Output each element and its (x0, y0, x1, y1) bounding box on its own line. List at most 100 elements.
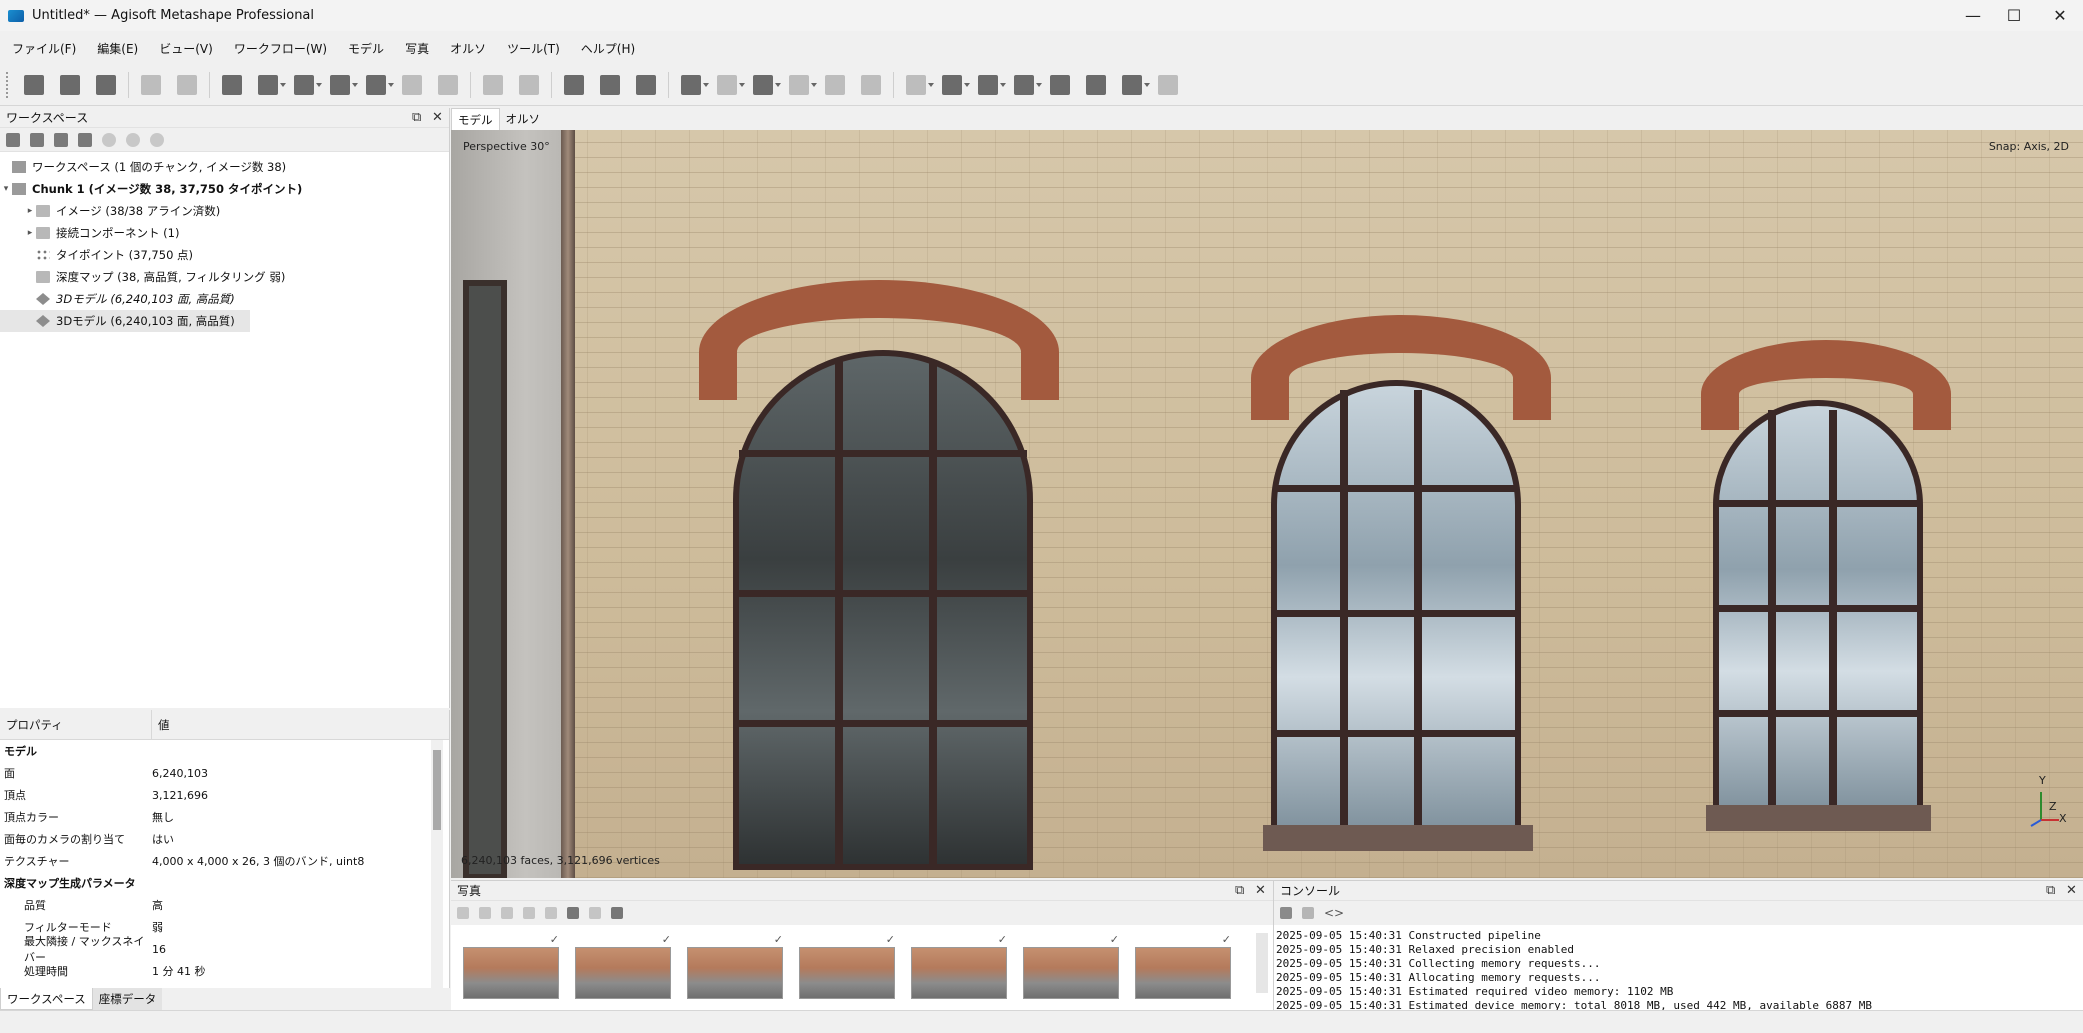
menu-edit[interactable]: 編集(E) (97, 40, 138, 57)
save-project-icon[interactable] (88, 67, 124, 103)
menu-view[interactable]: ビュー(V) (159, 40, 213, 57)
image-view-icon[interactable] (1114, 67, 1150, 103)
close-panel-icon[interactable]: ✕ (1255, 883, 1266, 898)
float-panel-icon[interactable]: ⧉ (412, 110, 421, 125)
menu-model[interactable]: モデル (348, 40, 384, 57)
view-mode-icon[interactable] (611, 907, 623, 919)
undo-icon[interactable] (133, 67, 169, 103)
collapse-arrow-icon[interactable]: ▾ (0, 184, 12, 194)
filter-icon[interactable] (545, 907, 557, 919)
model-viewport[interactable]: Perspective 30° Snap: Axis, 2D 6,240,103… (451, 130, 2083, 878)
model-tag-icon[interactable] (1042, 67, 1078, 103)
point-cloud-icon[interactable] (709, 67, 745, 103)
rotate-object-icon[interactable] (322, 67, 358, 103)
float-panel-icon[interactable]: ⧉ (2046, 883, 2055, 898)
tree-node-images[interactable]: ▸ イメージ (38/38 アライン済数) (0, 200, 449, 222)
add-photos-icon[interactable] (30, 132, 44, 147)
photo-thumbnail[interactable]: ✓ (1023, 933, 1119, 999)
minimize-button[interactable]: — (1950, 0, 1996, 31)
float-panel-icon[interactable]: ⧉ (1235, 883, 1244, 898)
disable-icon[interactable] (126, 132, 140, 147)
save-log-icon[interactable] (1280, 907, 1292, 919)
orthomosaic-icon[interactable] (853, 67, 889, 103)
menu-file[interactable]: ファイル(F) (12, 40, 76, 57)
enable-icon[interactable] (102, 132, 116, 147)
menu-ortho[interactable]: オルソ (450, 40, 486, 57)
tiled-model-icon[interactable] (781, 67, 817, 103)
reset-view-icon[interactable] (628, 67, 664, 103)
clear-log-icon[interactable] (1302, 907, 1314, 919)
crop-selection-icon[interactable] (511, 67, 547, 103)
tree-node-depth-maps[interactable]: 深度マップ (38, 高品質, フィルタリング 弱) (0, 266, 449, 288)
rectangle-selection-icon[interactable] (250, 67, 286, 103)
tree-node-model-1[interactable]: 3Dモデル (6,240,103 面, 高品質) (0, 288, 449, 310)
photo-thumbnail[interactable]: ✓ (799, 933, 895, 999)
tree-node-chunk[interactable]: ▾ Chunk 1 (イメージ数 38, 37,750 タイポイント) (0, 178, 449, 200)
tab-ortho[interactable]: オルソ (500, 108, 547, 130)
rotate-left-icon[interactable] (501, 907, 513, 919)
navigation-cursor-icon[interactable] (214, 67, 250, 103)
tab-workspace[interactable]: ワークスペース (0, 988, 93, 1010)
menu-tools[interactable]: ツール(T) (507, 40, 560, 57)
menu-help[interactable]: ヘルプ(H) (581, 40, 635, 57)
photos-scrollbar[interactable] (1256, 933, 1268, 993)
properties-scrollbar[interactable] (431, 740, 443, 988)
properties-header: プロパティ 値 (0, 710, 449, 740)
tie-points-icon[interactable] (673, 67, 709, 103)
tab-reference[interactable]: 座標データ (92, 988, 163, 1010)
tree-node-tie-points[interactable]: タイポイント (37,750 点) (0, 244, 449, 266)
zoom-out-icon[interactable] (592, 67, 628, 103)
tree-node-model-2[interactable]: 3Dモデル (6,240,103 面, 高品質) (0, 310, 250, 332)
photo-thumbnail[interactable]: ✓ (1135, 933, 1231, 999)
mask-icon[interactable] (567, 907, 579, 919)
properties-panel: プロパティ 値 モデル 面 6,240,103 頂点 3,121,696 頂点カラー… (0, 710, 450, 988)
list-menu-icon[interactable] (1006, 67, 1042, 103)
remove-icon[interactable] (589, 907, 601, 919)
property-column-header[interactable]: プロパティ (0, 710, 152, 739)
menu-workflow[interactable]: ワークフロー(W) (234, 40, 327, 57)
remove-icon[interactable] (150, 132, 164, 147)
add-chunk-icon[interactable] (6, 132, 20, 147)
rotate-right-icon[interactable] (523, 907, 535, 919)
globe-icon[interactable] (898, 67, 934, 103)
markers-flag-icon[interactable] (1078, 67, 1114, 103)
delete-selection-icon[interactable] (475, 67, 511, 103)
photo-thumbnail[interactable]: ✓ (463, 933, 559, 999)
resize-region-icon[interactable] (286, 67, 322, 103)
disable-camera-icon[interactable] (479, 907, 491, 919)
add-marker-icon[interactable] (78, 132, 92, 147)
tree-node-workspace[interactable]: ワークスペース (1 個のチャンク, イメージ数 38) (0, 156, 449, 178)
close-panel-icon[interactable]: ✕ (432, 110, 443, 125)
camera-tripod-icon[interactable] (970, 67, 1006, 103)
zoom-in-icon[interactable] (556, 67, 592, 103)
code-icon[interactable]: <> (1324, 906, 1344, 920)
add-folder-icon[interactable] (54, 132, 68, 147)
ruler-icon[interactable] (358, 67, 394, 103)
dem-icon[interactable] (817, 67, 853, 103)
menu-photo[interactable]: 写真 (405, 40, 429, 57)
eraser-icon[interactable] (394, 67, 430, 103)
workspace-tree: ワークスペース (1 個のチャンク, イメージ数 38) ▾ Chunk 1 (… (0, 152, 449, 332)
open-project-icon[interactable] (52, 67, 88, 103)
photo-thumbnail[interactable]: ✓ (687, 933, 783, 999)
tree-node-components[interactable]: ▸ 接続コンポーネント (1) (0, 222, 449, 244)
close-button[interactable]: ✕ (2037, 0, 2083, 31)
layers-icon[interactable] (1150, 67, 1186, 103)
camera-icon[interactable] (934, 67, 970, 103)
maximize-button[interactable]: ☐ (1991, 0, 2037, 31)
draw-polyline-icon[interactable] (430, 67, 466, 103)
toolbar-grip[interactable] (6, 71, 10, 98)
redo-icon[interactable] (169, 67, 205, 103)
axis-y-label: Y (2039, 774, 2046, 787)
value-column-header[interactable]: 値 (152, 717, 170, 733)
tab-model[interactable]: モデル (451, 108, 500, 130)
expand-arrow-icon[interactable]: ▸ (24, 228, 36, 238)
shaded-model-icon[interactable] (745, 67, 781, 103)
expand-arrow-icon[interactable]: ▸ (24, 206, 36, 216)
photo-thumbnail[interactable]: ✓ (911, 933, 1007, 999)
scroll-thumb[interactable] (433, 750, 441, 830)
enable-camera-icon[interactable] (457, 907, 469, 919)
new-project-icon[interactable] (16, 67, 52, 103)
close-panel-icon[interactable]: ✕ (2066, 883, 2077, 898)
photo-thumbnail[interactable]: ✓ (575, 933, 671, 999)
